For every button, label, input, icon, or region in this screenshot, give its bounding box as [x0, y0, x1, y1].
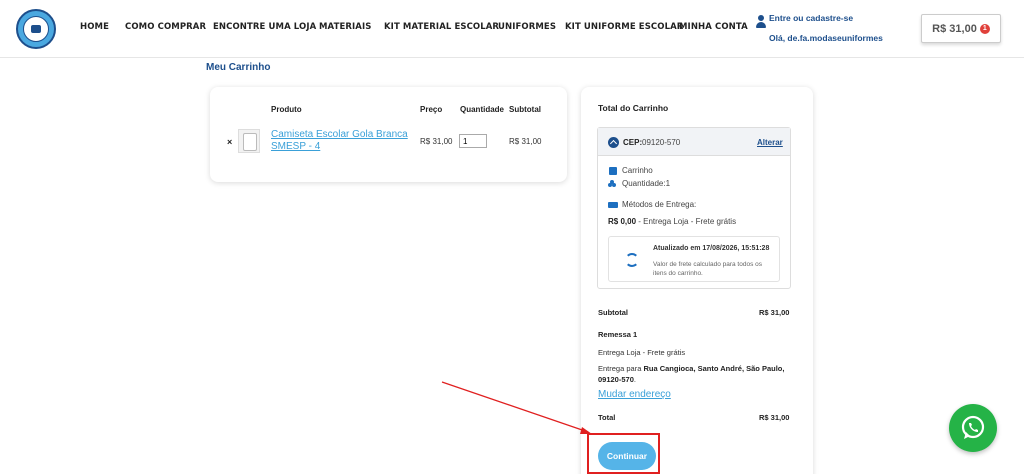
whatsapp-chat-button[interactable] — [949, 404, 997, 452]
whatsapp-icon — [961, 415, 985, 439]
annotation-arrow-icon — [441, 381, 592, 434]
